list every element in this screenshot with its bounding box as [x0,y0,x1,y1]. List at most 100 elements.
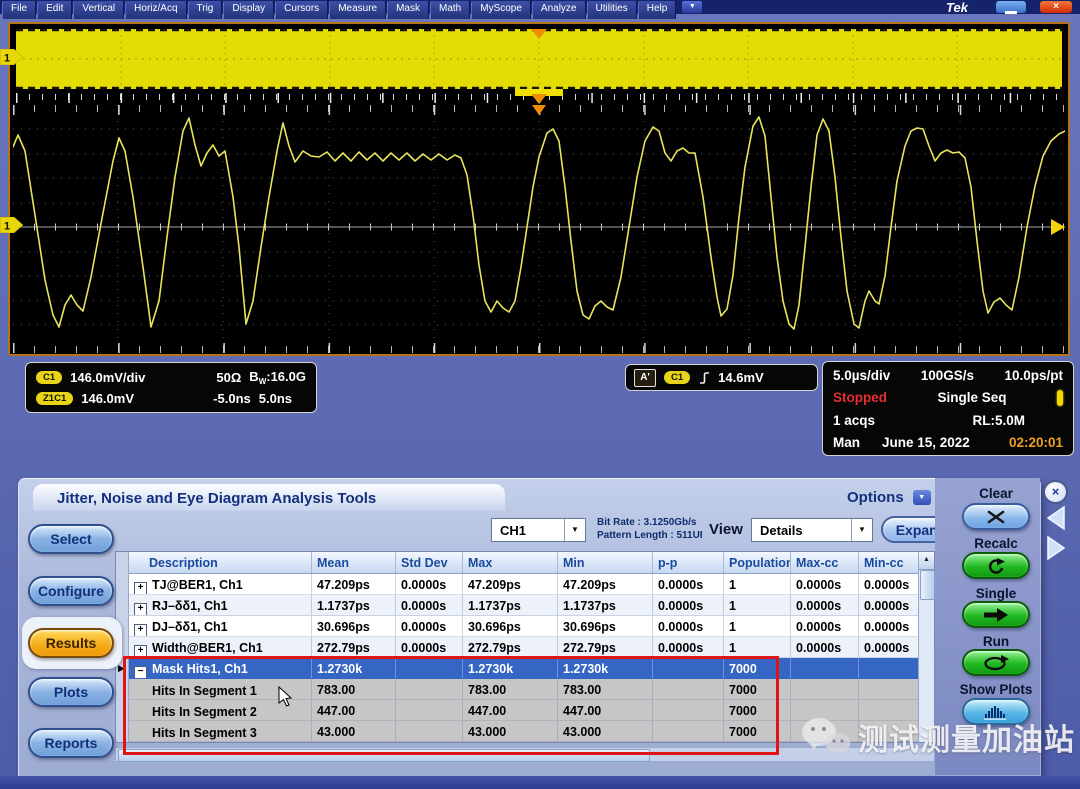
menu-item-horiz-acq[interactable]: Horiz/Acq [125,1,186,19]
select-button[interactable]: Select [28,524,114,554]
panel-title: Jitter, Noise and Eye Diagram Analysis T… [57,490,505,507]
pattern-length: Pattern Length : 511UI [597,529,703,542]
menu-item-file[interactable]: File [2,1,36,19]
expand-icon[interactable]: + [134,603,147,616]
chevron-left-icon[interactable] [1048,507,1064,529]
trigger-source-label: A' [634,369,656,387]
menu-overflow-button[interactable]: ▼ [682,1,702,13]
channel1-marker[interactable]: 1 [0,217,24,233]
close-button[interactable]: × [1040,1,1072,13]
acquisition-readout[interactable]: 5.0µs/div 100GS/s 10.0ps/pt Stopped Sing… [822,361,1074,456]
zoom-start: -5.0ns [213,391,251,406]
channel-readout[interactable]: C1 146.0mV/div 50Ω BW:16.0G Z1C1 146.0mV… [25,362,317,413]
watermark: 测试测量加油站 [798,714,1075,760]
view-label: View [709,521,743,538]
table-row[interactable]: +TJ@BER1, Ch1 47.209ps 0.0000s 47.209ps … [129,574,918,595]
panel-nav-arrows[interactable] [1042,505,1068,565]
channel1-marker[interactable]: 1 [0,49,24,65]
refresh-icon [985,558,1007,574]
minimize-button[interactable] [996,1,1026,13]
menu-bar: File Edit Vertical Horiz/Acq Trig Displa… [0,0,1080,14]
table-row[interactable]: +DJ–δδ1, Ch1 30.696ps 0.0000s 30.696ps 3… [129,616,918,637]
chevron-down-icon[interactable]: ▼ [851,519,872,541]
column-header-maxcc[interactable]: Max-cc [791,552,859,573]
record-length: RL:5.0M [972,413,1025,428]
options-dropdown-button[interactable]: ▼ [913,490,931,505]
column-header-mean[interactable]: Mean [312,552,396,573]
results-button[interactable]: Results [28,628,114,658]
timebase: 5.0µs/div [833,368,890,383]
channel-bandwidth: BW:16.0G [249,369,306,386]
trigger-position-marker[interactable] [531,94,547,104]
menu-item-math[interactable]: Math [430,1,470,19]
source-select[interactable]: CH1 ▼ [491,518,586,542]
configure-button[interactable]: Configure [28,576,114,606]
close-icon: × [1053,1,1059,12]
trigger-level-arrow[interactable] [1051,219,1065,235]
menu-item-myscope[interactable]: MyScope [471,1,531,19]
expand-icon[interactable]: + [134,624,147,637]
menu-item-mask[interactable]: Mask [387,1,429,19]
table-row-selected[interactable]: −Mask Hits1, Ch1 1.2730k 1.2730k 1.2730k… [129,658,918,679]
vertical-scroll-thumb[interactable] [920,570,935,600]
reports-button[interactable]: Reports [28,728,114,758]
channel-impedance: 50Ω [216,370,241,385]
menu-item-edit[interactable]: Edit [37,1,72,19]
acq-date: June 15, 2022 [882,435,970,450]
menu-item-trig[interactable]: Trig [188,1,223,19]
channel-scale: 146.0mV/div [70,370,145,385]
rising-edge-icon [698,370,710,386]
run-button[interactable] [962,649,1030,676]
table-row[interactable]: +RJ–δδ1, Ch1 1.1737ps 0.0000s 1.1737ps 1… [129,595,918,616]
menu-item-measure[interactable]: Measure [329,1,386,19]
close-icon: × [1052,484,1060,499]
oscilloscope-screen: File Edit Vertical Horiz/Acq Trig Displa… [0,0,1080,789]
acq-status: Stopped [833,390,887,405]
zoom-scale: 146.0mV [81,391,134,406]
acq-count: 1 acqs [833,413,875,428]
menu-item-analyze[interactable]: Analyze [532,1,586,19]
clear-button[interactable] [962,503,1030,530]
chevron-down-icon[interactable]: ▼ [564,519,585,541]
trigger-level-icon [1057,390,1063,406]
column-header-max[interactable]: Max [463,552,558,573]
single-button[interactable] [962,601,1030,628]
waveform-main-graticule[interactable] [13,105,1065,353]
chevron-down-icon: ▼ [689,3,696,10]
zoom-scale-row: Z1C1 146.0mV -5.0ns 5.0ns [36,388,306,409]
scroll-up-button[interactable]: ▲ [919,552,934,570]
panel-close-button[interactable]: × [1043,480,1068,504]
view-select[interactable]: Details ▼ [751,518,873,542]
acq-time: 02:20:01 [1009,435,1063,450]
column-header-population[interactable]: Population [724,552,791,573]
menu-item-vertical[interactable]: Vertical [73,1,124,19]
plots-button[interactable]: Plots [28,677,114,707]
minimize-icon [1005,11,1017,14]
collapse-icon[interactable]: − [134,666,147,679]
waveform-overview-band[interactable] [16,29,1062,89]
trigger-level: 14.6mV [718,370,764,385]
column-header-mincc[interactable]: Min-cc [859,552,918,573]
waveform-display [8,22,1070,356]
options-control: Options ▼ [847,489,931,506]
menu-item-utilities[interactable]: Utilities [587,1,637,19]
expand-icon[interactable]: + [134,645,147,658]
column-header-pp[interactable]: p-p [653,552,724,573]
recalc-button[interactable] [962,552,1030,579]
column-header-description[interactable]: Description [129,552,312,573]
chevron-right-icon[interactable] [1048,537,1064,559]
column-header-stddev[interactable]: Std Dev [396,552,463,573]
acq-mode: Single Seq [937,390,1006,405]
menu-item-display[interactable]: Display [223,1,274,19]
column-header-min[interactable]: Min [558,552,653,573]
watermark-text: 测试测量加油站 [858,715,1075,759]
horizontal-scroll-thumb[interactable] [118,749,650,762]
table-row[interactable]: Hits In Segment 1 783.00 783.00 783.00 7… [129,679,918,700]
menu-item-help[interactable]: Help [638,1,677,19]
expand-icon[interactable]: + [134,582,147,595]
trigger-position-marker-main[interactable] [532,105,546,115]
menu-item-cursors[interactable]: Cursors [275,1,328,19]
channel-badge: C1 [36,371,62,384]
table-row[interactable]: +Width@BER1, Ch1 272.79ps 0.0000s 272.79… [129,637,918,658]
trigger-readout[interactable]: A' C1 14.6mV [625,364,818,391]
